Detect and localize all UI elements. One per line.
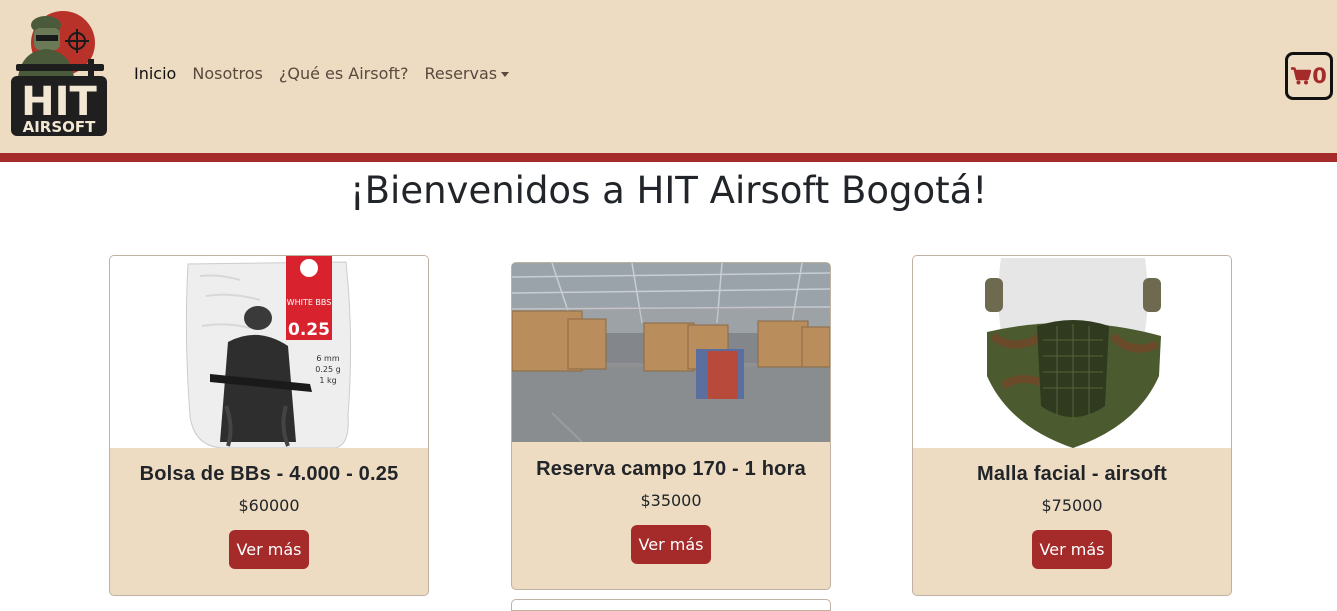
shopping-cart-icon [1291, 67, 1312, 85]
svg-text:WHITE BBS: WHITE BBS [287, 298, 332, 307]
product-title: Bolsa de BBs - 4.000 - 0.25 [139, 463, 399, 485]
product-card: Reserva campo 170 - 1 hora $35000 Ver má… [511, 262, 831, 590]
svg-text:0.25: 0.25 [288, 320, 330, 340]
hit-airsoft-logo[interactable]: HIT AIRSOFT [8, 9, 111, 140]
cart-button[interactable]: 0 [1285, 52, 1333, 100]
ver-mas-button[interactable]: Ver más [630, 525, 712, 564]
product-image-bbs-bag[interactable]: WHITE BBS 0.25 6 mm 0.25 g 1 kg [110, 256, 428, 448]
nav-dropdown-reservas-label: Reservas [424, 64, 498, 83]
navbar: HIT AIRSOFT Inicio Nosotros ¿Qué es Airs… [0, 0, 1337, 153]
svg-text:6 mm: 6 mm [316, 354, 339, 363]
product-title: Malla facial - airsoft [976, 463, 1167, 485]
ver-mas-button[interactable]: Ver más [1031, 530, 1113, 569]
nav-links: Inicio Nosotros ¿Qué es Airsoft? Reserva… [134, 63, 525, 85]
nav-border [0, 153, 1337, 162]
caret-down-icon [501, 72, 510, 77]
product-price: $35000 [640, 491, 702, 510]
product-card: WHITE BBS 0.25 6 mm 0.25 g 1 kg Bolsa de… [109, 255, 429, 596]
product-image-face-mask[interactable] [913, 256, 1231, 448]
product-card: Malla facial - airsoft $75000 Ver más [912, 255, 1232, 596]
product-price: $75000 [1041, 496, 1103, 515]
product-image-field[interactable] [512, 263, 830, 442]
product-price: $60000 [238, 496, 300, 515]
ver-mas-button[interactable]: Ver más [228, 530, 310, 569]
product-title: Reserva campo 170 - 1 hora [536, 458, 806, 480]
svg-text:1 kg: 1 kg [319, 376, 336, 385]
cart-count: 0 [1312, 64, 1327, 88]
nav-link-nosotros[interactable]: Nosotros [192, 63, 263, 85]
product-card-partial [511, 599, 831, 611]
nav-link-que-es-airsoft[interactable]: ¿Qué es Airsoft? [279, 63, 409, 85]
page-title: ¡Bienvenidos a HIT Airsoft Bogotá! [349, 169, 988, 212]
nav-link-inicio[interactable]: Inicio [134, 63, 176, 85]
svg-text:0.25 g: 0.25 g [315, 365, 340, 374]
svg-text:AIRSOFT: AIRSOFT [23, 118, 97, 136]
nav-dropdown-reservas[interactable]: Reservas [425, 63, 510, 85]
